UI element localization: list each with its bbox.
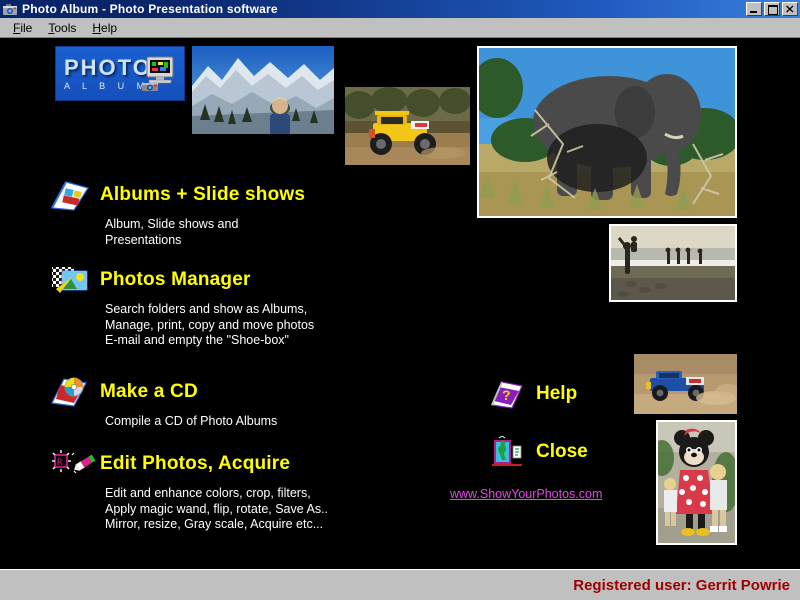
close-label: Close	[536, 441, 588, 462]
computer-camera-icon	[140, 55, 178, 93]
feature-header[interactable]: Photos Manager	[50, 263, 314, 297]
help-label: Help	[536, 383, 578, 404]
registered-user-label: Registered user: Gerrit Powrie	[573, 576, 790, 594]
cd-book-icon	[50, 375, 90, 409]
feature-description: Search folders and show as Albums, Manag…	[105, 302, 315, 347]
magic-wand-icon: R	[50, 447, 96, 481]
minnie-mouse-photo	[656, 420, 737, 545]
window-controls[interactable]	[746, 2, 798, 16]
logo-sub-word: A L B U M	[64, 80, 150, 91]
feature-title: Make a CD	[100, 381, 198, 402]
feature-make-a-cd[interactable]: Make a CD Compile a CD of Photo Albums	[50, 375, 277, 430]
svg-text:?: ?	[502, 387, 511, 403]
close-button[interactable]	[782, 2, 798, 16]
photo-manager-icon	[50, 263, 90, 297]
menu-item-help[interactable]: Help	[85, 19, 124, 37]
restore-button[interactable]	[764, 2, 780, 16]
feature-title: Albums + Slide shows	[100, 184, 306, 205]
blue-truck-photo	[634, 354, 737, 414]
status-bar: Registered user: Gerrit Powrie	[0, 569, 800, 600]
website-link[interactable]: www.ShowYourPhotos.com	[450, 487, 602, 501]
feature-description: Edit and enhance colors, crop, filters, …	[105, 486, 329, 531]
title-bar: Photo Album - Photo Presentation softwar…	[0, 0, 800, 18]
album-book-icon	[50, 178, 90, 212]
menu-item-help-label: elp	[101, 20, 118, 35]
help-book-icon: ?	[490, 378, 524, 410]
photo-album-logo: PHOTO A L B U M	[55, 46, 185, 101]
exit-door-icon	[490, 435, 524, 468]
logo-wordmark: PHOTO A L B U M	[64, 54, 152, 91]
feature-description: Album, Slide shows and Presentations	[105, 217, 239, 247]
feature-photos-manager[interactable]: Photos Manager Search folders and show a…	[50, 263, 314, 349]
main-canvas: PHOTO A L B U M Albums + Slide shows Alb…	[0, 39, 800, 569]
minimize-button[interactable]	[746, 2, 762, 16]
beach-photo	[609, 224, 737, 302]
feature-title: Edit Photos, Acquire	[100, 453, 291, 474]
yellow-buggy-photo	[345, 87, 470, 165]
help-button[interactable]: ? Help	[490, 378, 577, 410]
feature-header[interactable]: Albums + Slide shows	[50, 178, 305, 212]
svg-text:R: R	[57, 458, 63, 468]
feature-description: Compile a CD of Photo Albums	[105, 414, 278, 428]
feature-title: Photos Manager	[100, 269, 251, 290]
menu-bar: File Tools Help	[0, 18, 800, 38]
camera-icon	[2, 2, 18, 16]
feature-header[interactable]: R Edit Photos, Acquire	[50, 447, 328, 481]
menu-item-tools[interactable]: Tools	[41, 19, 83, 37]
logo-main-word: PHOTO	[64, 54, 152, 80]
menu-item-tools-label: ools	[54, 20, 77, 35]
feature-albums-slide-shows[interactable]: Albums + Slide shows Album, Slide shows …	[50, 178, 305, 248]
window-title: Photo Album - Photo Presentation softwar…	[22, 2, 278, 16]
feature-header[interactable]: Make a CD	[50, 375, 277, 409]
menu-item-file-label: ile	[20, 20, 33, 35]
elephant-photo	[477, 46, 737, 218]
close-app-button[interactable]: Close	[490, 435, 588, 468]
feature-edit-photos-acquire[interactable]: R Edit Photos, Acquire Edit and enhance …	[50, 447, 328, 533]
menu-item-file[interactable]: File	[6, 19, 39, 37]
snowy-mountain-photo	[192, 46, 334, 134]
